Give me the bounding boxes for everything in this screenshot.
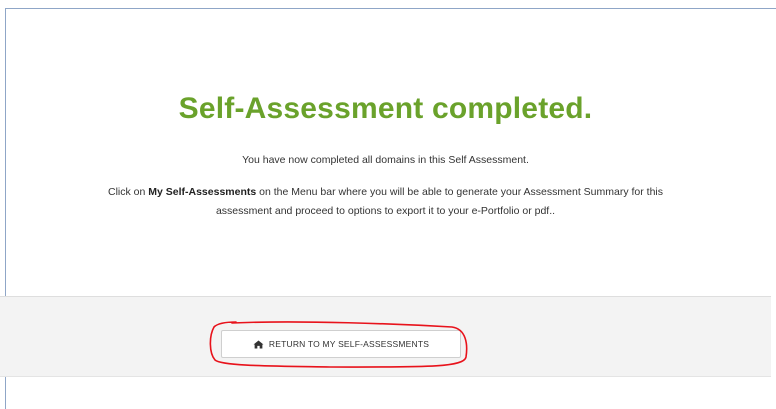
instruction-prefix: Click on — [107, 186, 149, 198]
home-icon — [253, 339, 264, 349]
instruction-end: assessment and proceed to options to exp… — [215, 205, 556, 217]
return-button-label: RETURN TO MY SELF-ASSESSMENTS — [268, 339, 430, 349]
my-self-assessments-reference: My Self-Assessments — [148, 186, 257, 198]
completion-message-line-1: You have now completed all domains in th… — [242, 154, 529, 166]
completion-message-instructions: Click on My Self-Assessments on the Menu… — [0, 183, 771, 221]
return-to-my-self-assessments-button[interactable]: RETURN TO MY SELF-ASSESSMENTS — [221, 330, 461, 358]
completion-heading: Self-Assessment completed. — [178, 92, 593, 125]
instruction-middle: on the Menu bar where you will be able t… — [256, 186, 664, 198]
